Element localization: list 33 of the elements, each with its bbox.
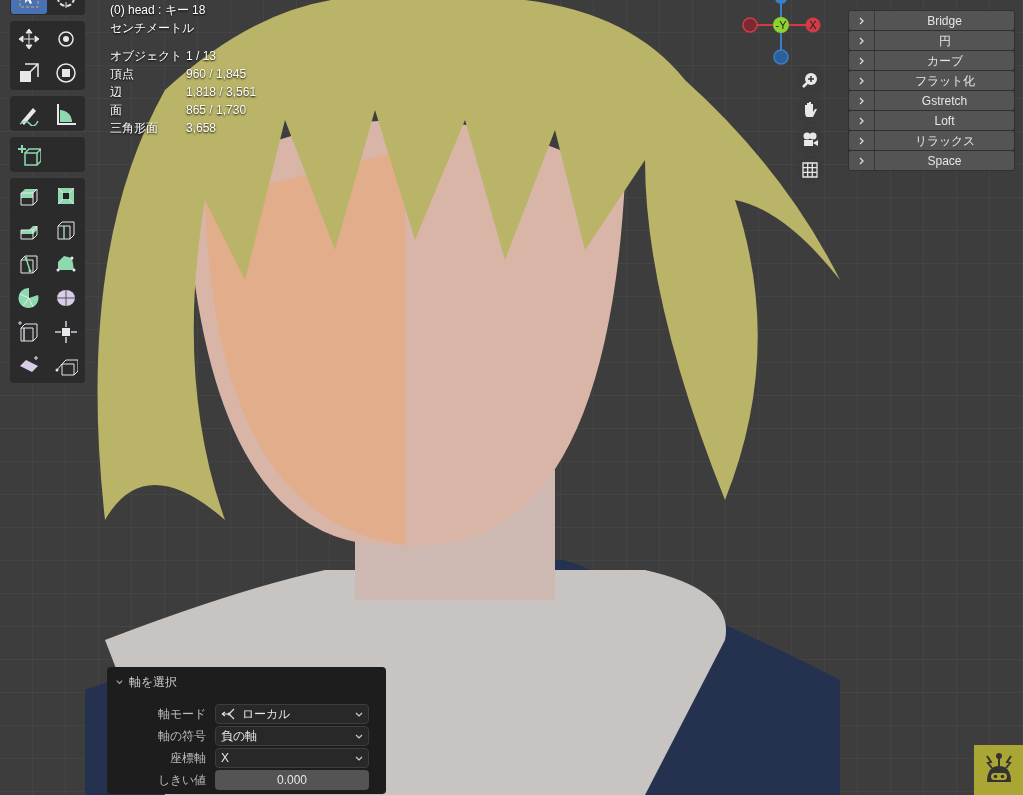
tool-panel-item[interactable]: Gstretch bbox=[849, 91, 1014, 110]
chevron-down-icon bbox=[115, 677, 124, 687]
stat-value: 1,818 / 3,561 bbox=[186, 84, 257, 101]
object-info: (0) head : キー 18 bbox=[110, 2, 207, 19]
tool-panel-item[interactable]: カーブ bbox=[849, 51, 1014, 70]
stat-value: 1 / 13 bbox=[186, 48, 217, 65]
tool-panel-item[interactable]: リラックス bbox=[849, 131, 1014, 150]
tool-panel-item[interactable]: Loft bbox=[849, 111, 1014, 130]
stat-label: 頂点 bbox=[110, 66, 135, 83]
field-label: しきい値 bbox=[157, 772, 207, 789]
units-label: センチメートル bbox=[110, 20, 195, 37]
number-field[interactable]: 0.000 bbox=[215, 770, 369, 790]
field-label: 座標軸 bbox=[169, 750, 207, 767]
dropdown-field[interactable]: X bbox=[215, 748, 369, 768]
stat-label: 辺 bbox=[110, 84, 123, 101]
stat-value: 865 / 1,730 bbox=[186, 102, 247, 119]
field-label: 軸の符号 bbox=[157, 728, 207, 745]
tool-panel-item[interactable]: 円 bbox=[849, 31, 1014, 50]
tool-panel-item[interactable]: Space bbox=[849, 151, 1014, 170]
stat-label: 三角形面 bbox=[110, 120, 159, 137]
stat-value: 3,658 bbox=[186, 120, 217, 137]
stat-label: オブジェクト bbox=[110, 48, 183, 65]
tool-panel-item[interactable]: Bridge bbox=[849, 11, 1014, 30]
operator-panel-header[interactable]: 軸を選択 bbox=[115, 673, 177, 691]
tool-panel-item[interactable]: フラット化 bbox=[849, 71, 1014, 90]
axis-gizmo[interactable]: -Y X bbox=[740, 0, 830, 70]
stat-label: 面 bbox=[110, 102, 123, 119]
robot-icon bbox=[974, 745, 1023, 795]
axis-local-icon bbox=[221, 708, 237, 720]
stat-value: 960 / 1,845 bbox=[186, 66, 247, 83]
dropdown-field[interactable]: 負の軸 bbox=[215, 726, 369, 746]
dropdown-field[interactable]: ローカル bbox=[215, 704, 369, 724]
field-label: 軸モード bbox=[157, 706, 207, 723]
